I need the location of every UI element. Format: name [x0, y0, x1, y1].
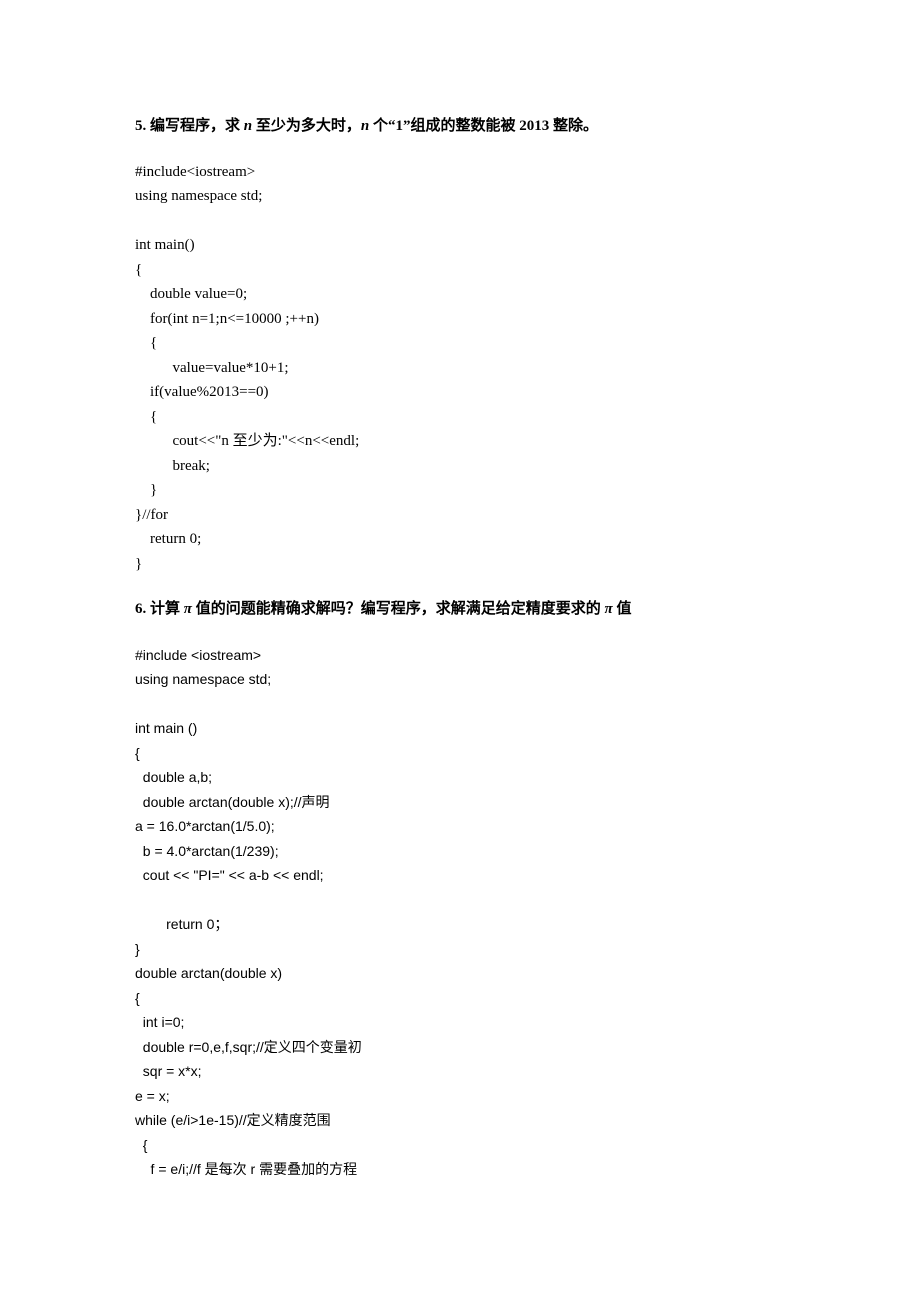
- heading-text: 至少为多大时，: [252, 118, 361, 134]
- heading-variable-n: n: [244, 118, 252, 134]
- problem-6-code-block: #include <iostream> using namespace std;…: [135, 643, 785, 1182]
- code-content: #include<iostream> using namespace std; …: [135, 160, 785, 577]
- heading-text: 值: [613, 601, 632, 617]
- section-gap: [135, 576, 785, 598]
- heading-variable-n: n: [361, 118, 369, 134]
- heading-text: 个“1”组成的整数能被 2013 整除。: [369, 118, 598, 134]
- code-content: #include <iostream> using namespace std;…: [135, 643, 785, 1182]
- problem-5-code-block: #include<iostream> using namespace std; …: [135, 160, 785, 577]
- problem-6-heading: 6. 计算 π 值的问题能精确求解吗？编写程序，求解满足给定精度要求的 π 值: [135, 598, 785, 621]
- problem-5-heading: 5. 编写程序，求 n 至少为多大时，n 个“1”组成的整数能被 2013 整除…: [135, 115, 785, 138]
- document-page: 5. 编写程序，求 n 至少为多大时，n 个“1”组成的整数能被 2013 整除…: [0, 0, 920, 1302]
- heading-text: 6. 计算: [135, 601, 184, 617]
- heading-symbol-pi: π: [604, 601, 612, 617]
- heading-text: 5. 编写程序，求: [135, 118, 244, 134]
- heading-text: 值的问题能精确求解吗？编写程序，求解满足给定精度要求的: [192, 601, 605, 617]
- heading-symbol-pi: π: [184, 601, 192, 617]
